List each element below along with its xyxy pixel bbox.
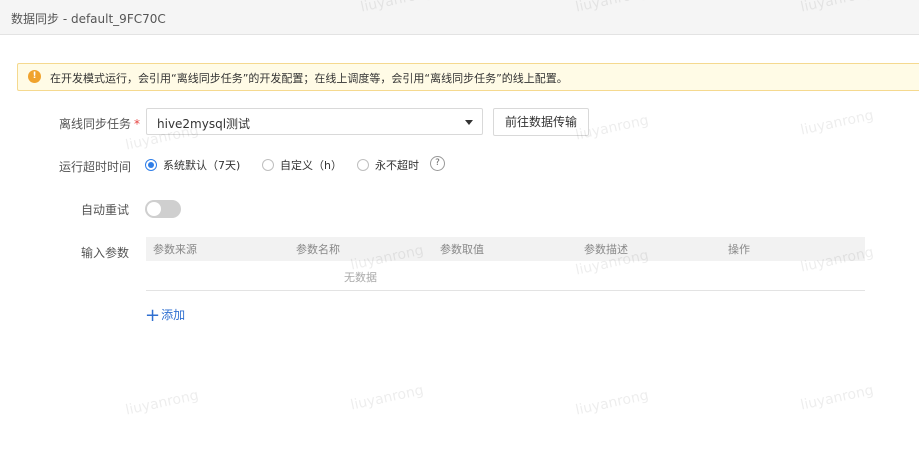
task-label: 离线同步任务 * xyxy=(59,115,140,132)
notice-text: 在开发模式运行，会引用“离线同步任务”的开发配置；在线上调度等，会引用“离线同步… xyxy=(50,72,568,85)
column-header-value: 参数取值 xyxy=(440,243,484,256)
column-header-name: 参数名称 xyxy=(296,243,340,256)
radio-unchecked-icon xyxy=(357,159,369,171)
task-label-text: 离线同步任务 xyxy=(59,117,132,131)
add-param-link[interactable]: +添加 xyxy=(145,305,185,326)
watermark: liuyanrong xyxy=(799,107,876,139)
required-mark: * xyxy=(134,117,141,131)
radio-timeout-custom-label: 自定义（h） xyxy=(280,159,342,172)
radio-timeout-never[interactable]: 永不超时 xyxy=(357,157,419,172)
help-icon[interactable]: ? xyxy=(430,156,445,171)
params-table: 参数来源 参数名称 参数取值 参数描述 操作 无数据 xyxy=(146,237,865,291)
plus-icon: + xyxy=(145,305,161,326)
watermark: liuyanrong xyxy=(124,387,201,419)
params-table-body: 无数据 xyxy=(146,261,865,291)
watermark: liuyanrong xyxy=(349,382,426,414)
auto-retry-label: 自动重试 xyxy=(81,203,130,217)
radio-timeout-custom[interactable]: 自定义（h） xyxy=(262,157,342,172)
radio-timeout-never-label: 永不超时 xyxy=(375,159,419,172)
toggle-knob xyxy=(147,202,161,216)
watermark: liuyanrong xyxy=(799,382,876,414)
radio-checked-icon xyxy=(145,159,157,171)
radio-timeout-default-label: 系统默认（7天) xyxy=(163,159,241,172)
auto-retry-toggle[interactable] xyxy=(145,200,181,218)
warning-icon: ! xyxy=(28,70,41,83)
dev-mode-notice: ! 在开发模式运行，会引用“离线同步任务”的开发配置；在线上调度等，会引用“离线… xyxy=(17,63,919,91)
input-params-label: 输入参数 xyxy=(81,246,130,260)
title-bar: 数据同步 - default_9FC70C xyxy=(0,0,919,35)
radio-unchecked-icon xyxy=(262,159,274,171)
caret-down-icon xyxy=(465,120,473,125)
page-title: 数据同步 - default_9FC70C xyxy=(11,12,166,26)
column-header-source: 参数来源 xyxy=(153,243,197,256)
add-param-label: 添加 xyxy=(161,308,186,322)
params-table-header: 参数来源 参数名称 参数取值 参数描述 操作 xyxy=(146,237,865,261)
radio-timeout-default[interactable]: 系统默认（7天) xyxy=(145,157,241,172)
column-header-actions: 操作 xyxy=(728,243,750,256)
timeout-label: 运行超时时间 xyxy=(59,160,132,174)
watermark: liuyanrong xyxy=(574,387,651,419)
